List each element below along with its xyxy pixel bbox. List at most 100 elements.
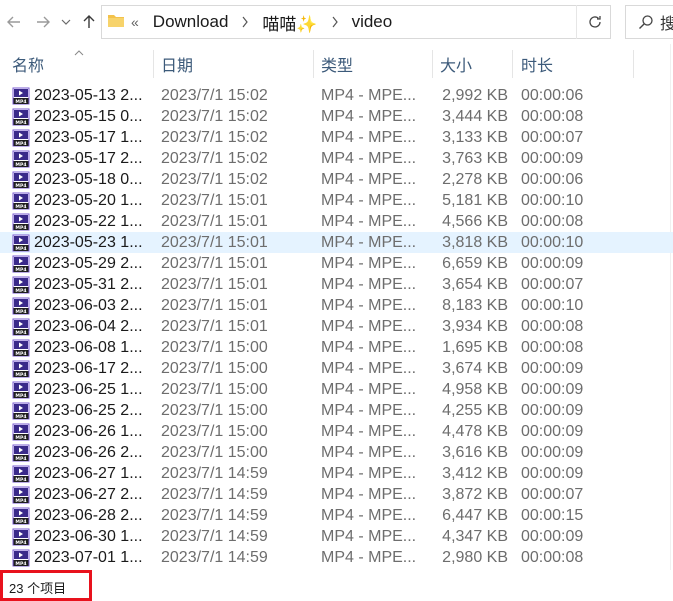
column-header-size[interactable]: 大小 [440,48,472,80]
svg-text:MP4: MP4 [15,162,26,168]
file-type: MP4 - MPE... [321,108,417,125]
file-duration: 00:00:09 [521,444,584,461]
mp4-file-icon: MP4 [12,276,30,294]
file-row[interactable]: MP4 2023-06-26 2... 2023/7/1 15:00 MP4 - MP… [0,442,673,463]
mp4-file-icon: MP4 [12,171,30,189]
file-name: 2023-06-25 1... [34,381,143,398]
mp4-file-icon: MP4 [12,507,30,525]
column-header-type[interactable]: 类型 [321,48,353,80]
file-row[interactable]: MP4 2023-05-20 1... 2023/7/1 15:01 MP4 - MP… [0,190,673,211]
file-duration: 00:00:10 [521,234,584,251]
address-bar[interactable]: « Download 喵喵✨ video [101,5,611,39]
file-date: 2023/7/1 15:02 [161,150,268,167]
file-date: 2023/7/1 14:59 [161,549,268,566]
file-date: 2023/7/1 15:02 [161,171,268,188]
file-type: MP4 - MPE... [321,486,417,503]
file-row[interactable]: MP4 2023-05-31 2... 2023/7/1 15:01 MP4 - MP… [0,274,673,295]
recent-locations-button[interactable] [58,11,74,33]
column-header-duration[interactable]: 时长 [521,48,553,80]
sort-ascending-icon [74,43,84,61]
mp4-file-icon: MP4 [12,528,30,546]
file-name: 2023-05-23 1... [34,234,143,251]
file-row[interactable]: MP4 2023-05-29 2... 2023/7/1 15:01 MP4 - MP… [0,253,673,274]
file-type: MP4 - MPE... [321,360,417,377]
file-row[interactable]: MP4 2023-05-17 2... 2023/7/1 15:02 MP4 - MP… [0,148,673,169]
file-row[interactable]: MP4 2023-06-27 1... 2023/7/1 14:59 MP4 - MP… [0,463,673,484]
breadcrumb-separator-icon[interactable] [322,16,348,28]
file-row[interactable]: MP4 2023-06-04 2... 2023/7/1 15:01 MP4 - MP… [0,316,673,337]
file-date: 2023/7/1 15:02 [161,108,268,125]
status-bar: 23 个项目 [0,570,673,601]
file-row[interactable]: MP4 2023-05-23 1... 2023/7/1 15:01 MP4 - MP… [0,232,673,253]
file-type: MP4 - MPE... [321,402,417,419]
file-row[interactable]: MP4 2023-05-13 2... 2023/7/1 15:02 MP4 - MP… [0,85,673,106]
svg-text:MP4: MP4 [15,141,26,147]
file-duration: 00:00:09 [521,150,584,167]
file-row[interactable]: MP4 2023-06-08 1... 2023/7/1 15:00 MP4 - MP… [0,337,673,358]
file-row[interactable]: MP4 2023-06-25 2... 2023/7/1 15:00 MP4 - MP… [0,400,673,421]
file-name: 2023-05-17 1... [34,129,143,146]
breadcrumb-download[interactable]: Download [149,12,233,32]
file-type: MP4 - MPE... [321,444,417,461]
file-date: 2023/7/1 15:00 [161,360,268,377]
file-row[interactable]: MP4 2023-05-22 1... 2023/7/1 15:01 MP4 - MP… [0,211,673,232]
breadcrumb-miaomiao[interactable]: 喵喵✨ [258,10,321,35]
column-divider[interactable] [313,50,314,78]
file-row[interactable]: MP4 2023-05-15 0... 2023/7/1 15:02 MP4 - MP… [0,106,673,127]
svg-text:MP4: MP4 [15,393,26,399]
column-divider[interactable] [633,50,634,78]
refresh-button[interactable] [576,5,613,39]
mp4-file-icon: MP4 [12,465,30,483]
column-divider[interactable] [153,50,154,78]
file-type: MP4 - MPE... [321,255,417,272]
mp4-file-icon: MP4 [12,87,30,105]
svg-text:MP4: MP4 [15,519,26,525]
file-row[interactable]: MP4 2023-07-01 1... 2023/7/1 14:59 MP4 - MP… [0,547,673,568]
navigation-bar: « Download 喵喵✨ video 搜 [0,0,673,44]
file-row[interactable]: MP4 2023-06-26 1... 2023/7/1 15:00 MP4 - MP… [0,421,673,442]
file-type: MP4 - MPE... [321,339,417,356]
file-date: 2023/7/1 15:00 [161,423,268,440]
file-duration: 00:00:08 [521,213,584,230]
file-name: 2023-06-30 1... [34,528,143,545]
forward-button[interactable] [33,11,53,33]
file-duration: 00:00:09 [521,423,584,440]
breadcrumb-separator-icon[interactable] [232,16,258,28]
file-duration: 00:00:09 [521,402,584,419]
file-row[interactable]: MP4 2023-05-17 1... 2023/7/1 15:02 MP4 - MP… [0,127,673,148]
column-divider[interactable] [512,50,513,78]
file-type: MP4 - MPE... [321,528,417,545]
svg-text:MP4: MP4 [15,204,26,210]
refresh-icon [589,16,601,28]
file-type: MP4 - MPE... [321,234,417,251]
column-header-date[interactable]: 日期 [161,48,193,80]
search-box[interactable]: 搜 [625,5,673,39]
mp4-file-icon: MP4 [12,339,30,357]
file-duration: 00:00:06 [521,171,584,188]
mp4-file-icon: MP4 [12,297,30,315]
file-row[interactable]: MP4 2023-06-30 1... 2023/7/1 14:59 MP4 - MP… [0,526,673,547]
svg-text:MP4: MP4 [15,477,26,483]
column-divider[interactable] [432,50,433,78]
svg-text:MP4: MP4 [15,435,26,441]
up-button[interactable] [79,11,99,33]
mp4-file-icon: MP4 [12,360,30,378]
svg-text:MP4: MP4 [15,561,26,567]
folder-icon [107,12,125,33]
mp4-file-icon: MP4 [12,192,30,210]
file-size: 4,566 KB [442,213,508,230]
back-button[interactable] [4,11,24,33]
file-date: 2023/7/1 15:02 [161,129,268,146]
file-row[interactable]: MP4 2023-06-03 2... 2023/7/1 15:01 MP4 - MP… [0,295,673,316]
file-row[interactable]: MP4 2023-05-18 0... 2023/7/1 15:02 MP4 - MP… [0,169,673,190]
file-row[interactable]: MP4 2023-06-25 1... 2023/7/1 15:00 MP4 - MP… [0,379,673,400]
breadcrumb-overflow[interactable]: « [131,14,139,30]
file-size: 3,763 KB [442,150,508,167]
breadcrumb-video[interactable]: video [348,12,397,32]
file-date: 2023/7/1 15:00 [161,381,268,398]
column-header-name[interactable]: 名称 [12,48,44,80]
file-row[interactable]: MP4 2023-06-17 2... 2023/7/1 15:00 MP4 - MP… [0,358,673,379]
file-row[interactable]: MP4 2023-06-28 2... 2023/7/1 14:59 MP4 - MP… [0,505,673,526]
file-date: 2023/7/1 14:59 [161,507,268,524]
file-row[interactable]: MP4 2023-06-27 2... 2023/7/1 14:59 MP4 - MP… [0,484,673,505]
